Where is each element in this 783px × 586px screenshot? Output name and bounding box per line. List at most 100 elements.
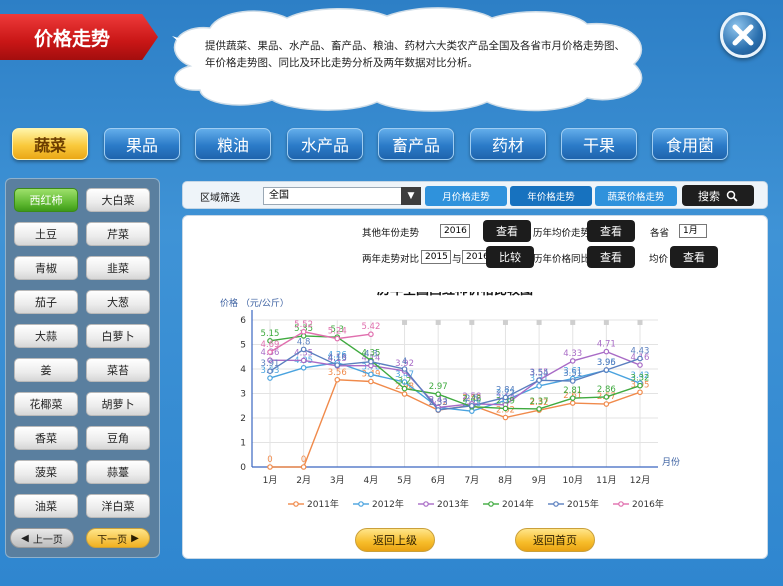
vegetable-item[interactable]: 西红柿 xyxy=(14,188,78,212)
vegetable-item[interactable]: 大白菜 xyxy=(86,188,150,212)
data-point xyxy=(300,357,307,364)
legend-entry: 2016年 xyxy=(632,498,664,510)
region-filter-label: 区域筛选 xyxy=(200,193,240,204)
data-point xyxy=(569,400,576,406)
data-point xyxy=(435,407,441,413)
region-select[interactable]: 全国 xyxy=(263,187,421,205)
back-home-button[interactable]: 返回首页 xyxy=(515,528,595,552)
data-point xyxy=(368,378,374,385)
tab-livestock[interactable]: 畜产品 xyxy=(378,128,454,160)
month-select[interactable]: 1月 xyxy=(679,224,707,238)
data-label: 5.52 xyxy=(294,320,313,330)
data-point xyxy=(637,355,643,362)
back-prev-button[interactable]: 返回上级 xyxy=(355,528,435,552)
vegetable-item[interactable]: 蒜薹 xyxy=(86,460,150,484)
data-label: 4.71 xyxy=(597,340,616,350)
tab-mushroom[interactable]: 食用菌 xyxy=(652,128,728,160)
other-year-input[interactable]: 2016 xyxy=(440,224,470,238)
vegetable-item[interactable]: 大葱 xyxy=(86,290,150,314)
vegetable-item[interactable]: 青椒 xyxy=(14,256,78,280)
vegetable-item[interactable]: 菠菜 xyxy=(14,460,78,484)
year-a-input[interactable]: 2015 xyxy=(421,250,451,264)
view-yoy-button[interactable]: 查看 xyxy=(587,246,635,268)
intro-text: 提供蔬菜、果品、水产品、畜产品、粮油、药材六大类农产品全国及各省市月价格走势图、… xyxy=(205,40,625,69)
tab-aquatic[interactable]: 水产品 xyxy=(287,128,363,160)
data-label: 3.32 xyxy=(631,374,650,384)
data-label: 0 xyxy=(267,455,272,465)
data-label: 0 xyxy=(301,455,306,465)
tab-grain-oil[interactable]: 粮油 xyxy=(195,128,271,160)
vegetable-item[interactable]: 大蒜 xyxy=(14,324,78,348)
x-tick-label: 8月 xyxy=(498,475,513,486)
view-hist-avg-button[interactable]: 查看 xyxy=(587,220,635,242)
chart-title: 历年全国西红柿价格比较图 xyxy=(377,292,533,298)
vegetable-item[interactable]: 洋白菜 xyxy=(86,494,150,518)
vegetable-item[interactable]: 韭菜 xyxy=(86,256,150,280)
compare-button[interactable]: 比较 xyxy=(486,246,534,268)
data-point xyxy=(603,401,610,407)
data-label: 4.33 xyxy=(563,349,582,359)
vegetable-item[interactable]: 胡萝卜 xyxy=(86,392,150,416)
data-point xyxy=(536,406,542,412)
chevron-down-icon[interactable]: ▼ xyxy=(401,187,421,205)
price-chart: 历年全国西红柿价格比较图价格 （元/公斤） 0 1 2 3 4 5 6 1月 2月 3月 4月 5月 6月… xyxy=(220,292,680,510)
y-tick-label: 4 xyxy=(240,365,246,375)
x-axis-label: 月份 xyxy=(662,456,680,468)
missing-point-marker xyxy=(637,319,643,325)
data-point xyxy=(368,371,374,378)
data-point xyxy=(469,408,475,414)
province-label: 各省 xyxy=(650,228,670,239)
vegetable-item[interactable]: 白萝卜 xyxy=(86,324,150,348)
data-label: 4.69 xyxy=(261,340,280,350)
data-point xyxy=(469,402,475,409)
prev-page-button[interactable]: ◀ 上一页 xyxy=(10,528,74,548)
next-page-button[interactable]: 下一页 ▶ xyxy=(86,528,150,548)
data-point xyxy=(334,335,341,342)
legend-marker xyxy=(553,501,559,507)
view-other-year-button[interactable]: 查看 xyxy=(483,220,531,242)
missing-point-marker xyxy=(435,319,441,325)
legend-marker xyxy=(293,501,299,507)
vegetable-item[interactable]: 芹菜 xyxy=(86,222,150,246)
x-tick-label: 6月 xyxy=(431,475,446,486)
legend-entry: 2011年 xyxy=(307,498,339,510)
data-label: 5.15 xyxy=(261,329,280,339)
data-point xyxy=(502,414,509,421)
y-tick-label: 5 xyxy=(240,341,246,351)
vegetable-item[interactable]: 茄子 xyxy=(14,290,78,314)
page-title: 价格走势 xyxy=(0,14,158,60)
legend-marker xyxy=(618,501,624,507)
missing-point-marker xyxy=(570,319,576,325)
x-tick-label: 3月 xyxy=(330,475,345,486)
vegetable-item[interactable]: 菜苔 xyxy=(86,358,150,382)
close-button[interactable] xyxy=(720,12,766,58)
y-tick-label: 1 xyxy=(240,439,246,449)
chevron-right-icon: ▶ xyxy=(131,532,139,544)
vegetable-item[interactable]: 土豆 xyxy=(14,222,78,246)
vegetable-item[interactable]: 油菜 xyxy=(14,494,78,518)
vegetable-item[interactable]: 香菜 xyxy=(14,426,78,450)
data-label: 3.54 xyxy=(530,368,549,378)
tab-herb[interactable]: 药材 xyxy=(470,128,546,160)
tab-yearly-trend[interactable]: 年价格走势 xyxy=(510,186,592,206)
data-point xyxy=(334,376,341,383)
x-tick-label: 5月 xyxy=(397,475,412,486)
data-label: 3.96 xyxy=(597,358,616,368)
tab-fruit[interactable]: 果品 xyxy=(104,128,180,160)
legend-marker xyxy=(488,501,494,507)
data-point xyxy=(603,394,610,400)
search-button[interactable]: 搜索 xyxy=(682,185,754,206)
vegetable-item[interactable]: 豆角 xyxy=(86,426,150,450)
vegetable-item[interactable]: 花椰菜 xyxy=(14,392,78,416)
tab-dried-fruit[interactable]: 干果 xyxy=(561,128,637,160)
close-icon xyxy=(732,24,754,46)
vegetable-item[interactable]: 姜 xyxy=(14,358,78,382)
tab-vegetable-trend[interactable]: 蔬菜价格走势 xyxy=(595,186,677,206)
x-tick-label: 7月 xyxy=(464,475,479,486)
tab-monthly-trend[interactable]: 月价格走势 xyxy=(425,186,507,206)
tab-vegetable[interactable]: 蔬菜 xyxy=(12,128,88,160)
y-tick-label: 6 xyxy=(240,316,246,326)
view-avg-button[interactable]: 查看 xyxy=(670,246,718,268)
data-label: 3.2 xyxy=(398,377,412,387)
data-point xyxy=(435,391,441,398)
